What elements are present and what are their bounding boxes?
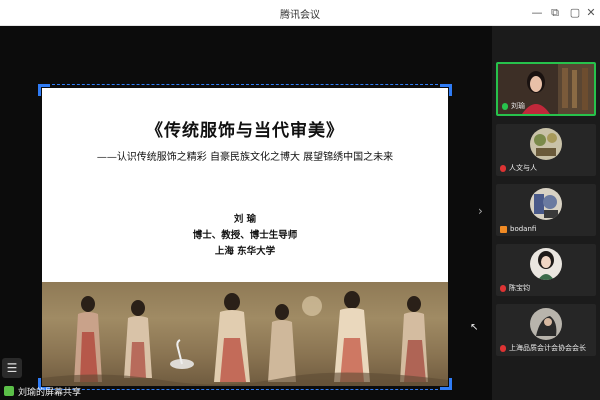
chevron-right-icon[interactable]: › bbox=[478, 204, 483, 218]
microphone-muted-icon bbox=[500, 164, 506, 172]
slide-subtitle: ——认识传统服饰之精彩 自豪民族文化之博大 展望锦绣中国之未来 bbox=[96, 152, 394, 163]
frame-border bbox=[52, 84, 438, 85]
participant-name: bodanfi bbox=[510, 225, 537, 233]
participant-name: 刘瑜 bbox=[511, 102, 525, 110]
microphone-muted-icon bbox=[500, 284, 506, 292]
participant-tile[interactable]: bodanfi bbox=[496, 184, 596, 236]
minimize-icon[interactable]: — bbox=[528, 4, 546, 22]
window-title: 腾讯会议 bbox=[280, 10, 320, 21]
close-icon[interactable]: ✕ bbox=[582, 4, 600, 22]
participant-name: 陈宝钧 bbox=[509, 284, 530, 292]
avatar bbox=[530, 308, 562, 340]
participant-tile[interactable]: 刘瑜 bbox=[496, 62, 596, 116]
avatar bbox=[530, 128, 562, 160]
participant-panel: 刘瑜 人文与人 bodanfi 陈宝钧 上海品质会计会协会会长 bbox=[492, 26, 600, 400]
participant-tile[interactable]: 上海品质会计会协会会长 bbox=[496, 304, 596, 356]
share-screen-icon bbox=[500, 225, 507, 233]
author-affiliation: 上海 东华大学 bbox=[214, 246, 276, 257]
screen-share-icon bbox=[4, 386, 14, 396]
microphone-muted-icon bbox=[500, 344, 506, 352]
presentation-slide: 《传统服饰与当代审美》 ——认识传统服饰之精彩 自豪民族文化之博大 展望锦绣中国… bbox=[42, 88, 448, 386]
author-name: 刘 瑜 bbox=[233, 214, 257, 225]
shared-screen-frame: 《传统服饰与当代审美》 ——认识传统服饰之精彩 自豪民族文化之博大 展望锦绣中国… bbox=[38, 84, 452, 390]
list-menu-icon[interactable]: ☰ bbox=[2, 358, 22, 378]
window-titlebar: 腾讯会议 ⧉ ▢ ✕ bbox=[0, 0, 600, 26]
participant-tile[interactable]: 人文与人 bbox=[496, 124, 596, 176]
traditional-painting-image bbox=[42, 282, 448, 386]
participant-name-row: bodanfi bbox=[500, 225, 536, 233]
frame-border bbox=[52, 389, 438, 390]
participant-tile[interactable]: 陈宝钧 bbox=[496, 244, 596, 296]
mouse-cursor-icon: ↖ bbox=[470, 322, 479, 333]
share-status-label: 刘瑜的屏幕共享 bbox=[18, 387, 82, 398]
participant-name-row: 人文与人 bbox=[500, 163, 537, 173]
participant-name-row: 上海品质会计会协会会长 bbox=[500, 343, 586, 353]
restore-icon[interactable]: ⧉ bbox=[546, 4, 564, 22]
share-status-bar: 刘瑜的屏幕共享 bbox=[0, 382, 81, 400]
slide-title: 《传统服饰与当代审美》 bbox=[146, 121, 344, 141]
author-block: 刘 瑜 博士、教授、博士生导师 上海 东华大学 bbox=[42, 212, 448, 260]
participant-name-row: 陈宝钧 bbox=[500, 283, 530, 293]
participant-name-row: 刘瑜 bbox=[502, 101, 525, 111]
avatar bbox=[530, 248, 562, 280]
meeting-stage: 《传统服饰与当代审美》 ——认识传统服饰之精彩 自豪民族文化之博大 展望锦绣中国… bbox=[0, 26, 492, 400]
author-titles: 博士、教授、博士生导师 bbox=[192, 230, 298, 241]
participant-name: 上海品质会计会协会会长 bbox=[509, 344, 586, 352]
avatar bbox=[530, 188, 562, 220]
microphone-on-icon bbox=[502, 102, 508, 110]
participant-name: 人文与人 bbox=[509, 164, 537, 172]
